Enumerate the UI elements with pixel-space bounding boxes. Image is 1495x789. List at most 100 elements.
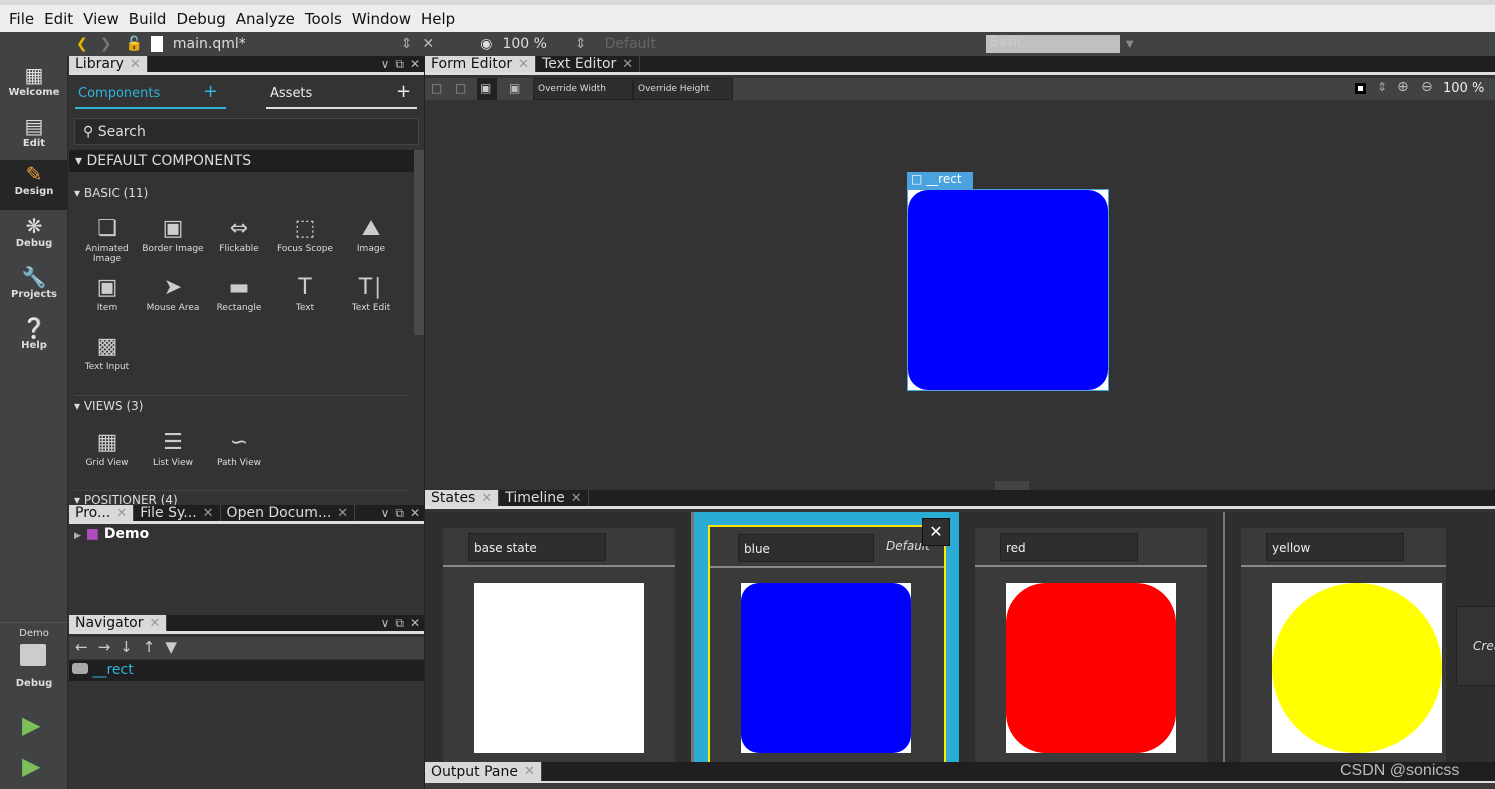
close-icon[interactable]: ✕ xyxy=(203,506,214,521)
horizontal-scrollbar[interactable] xyxy=(995,481,1029,490)
create-state-button[interactable]: Create xyxy=(1456,606,1495,686)
zoom-out-icon[interactable]: ⊖ xyxy=(1421,79,1433,95)
section-basic[interactable]: ▾ BASIC (11) xyxy=(74,186,148,200)
expand-icon[interactable]: ▶ xyxy=(74,531,81,541)
form-canvas[interactable]: □ __rect xyxy=(425,100,1495,490)
close-icon[interactable]: ✕ xyxy=(116,506,127,521)
chevron-down-icon[interactable]: ∨ xyxy=(381,616,390,630)
mode-debug[interactable]: ❋ Debug xyxy=(0,212,68,262)
style-selector[interactable]: Basic xyxy=(985,35,1120,53)
mode-help[interactable]: ❔ Help xyxy=(0,314,68,364)
arrow-down-icon[interactable]: ↓ xyxy=(120,638,133,658)
section-positioner[interactable]: ▾ POSITIONER (4) xyxy=(74,493,178,505)
run-icon[interactable]: ▶ xyxy=(22,711,40,739)
library-item-list-view[interactable]: ☰ List View xyxy=(140,428,206,468)
snap-icon[interactable]: □ xyxy=(431,81,442,95)
selection-label[interactable]: □ __rect xyxy=(907,172,973,189)
library-item-rectangle[interactable]: ▬ Rectangle xyxy=(206,273,272,313)
menu-view[interactable]: View xyxy=(78,10,124,28)
show-boundary-icon[interactable]: ▣ xyxy=(477,78,497,100)
float-icon[interactable]: ⧉ xyxy=(395,57,404,72)
selection-frame[interactable] xyxy=(907,189,1109,391)
tab-form-editor[interactable]: Form Editor ✕ xyxy=(425,56,537,72)
menu-edit[interactable]: Edit xyxy=(39,10,78,28)
library-item-image[interactable]: ⛰ Image xyxy=(338,214,404,254)
back-icon[interactable]: ❮ xyxy=(76,36,88,52)
menu-window[interactable]: Window xyxy=(347,10,416,28)
override-height-field[interactable]: Override Height xyxy=(633,78,733,100)
menu-file[interactable]: File xyxy=(4,10,39,28)
library-item-path-view[interactable]: ∽ Path View xyxy=(206,428,272,468)
mode-edit[interactable]: ▤ Edit xyxy=(0,112,68,162)
tab-open-documents[interactable]: Open Docum... ✕ xyxy=(221,505,356,521)
library-item-animated-image[interactable]: ❏ Animated Image xyxy=(74,214,140,264)
arrow-up-icon[interactable]: ↑ xyxy=(143,638,156,658)
file-selector-arrows[interactable]: ⇕ xyxy=(401,36,413,52)
library-item-focus-scope[interactable]: ⬚ Focus Scope xyxy=(272,214,338,254)
zoom-arrows[interactable]: ⇕ xyxy=(575,36,587,52)
library-item-text-edit[interactable]: T∣ Text Edit xyxy=(338,273,404,313)
tab-projects[interactable]: Pro... ✕ xyxy=(69,505,135,521)
tab-timeline[interactable]: Timeline ✕ xyxy=(499,490,589,506)
add-component-icon[interactable]: + xyxy=(203,81,218,102)
close-icon[interactable]: ✕ xyxy=(518,57,529,72)
menu-build[interactable]: Build xyxy=(124,10,172,28)
project-tree-item[interactable]: ▶ ■ Demo xyxy=(74,526,149,542)
close-icon[interactable]: ✕ xyxy=(622,57,633,72)
tab-file-system[interactable]: File Sy... ✕ xyxy=(134,505,221,521)
zoom-in-icon[interactable]: ⊕ xyxy=(1397,79,1409,95)
close-icon[interactable]: ✕ xyxy=(481,491,492,506)
library-item-border-image[interactable]: ▣ Border Image xyxy=(140,214,206,254)
reset-view-icon[interactable]: ▣ xyxy=(509,81,520,95)
close-document-icon[interactable]: ✕ xyxy=(422,36,434,52)
close-icon[interactable]: ✕ xyxy=(410,57,420,71)
state-name-field[interactable]: red xyxy=(1000,533,1138,561)
search-input[interactable]: ⚲ Search xyxy=(74,118,419,145)
close-icon[interactable]: ✕ xyxy=(410,506,420,520)
debug-run-icon[interactable]: ▶ xyxy=(22,752,40,780)
close-icon[interactable]: ✕ xyxy=(524,764,535,779)
state-name-field[interactable]: yellow xyxy=(1266,533,1404,561)
state-red[interactable]: red xyxy=(975,528,1207,762)
library-item-text-input[interactable]: ▩ Text Input xyxy=(74,332,140,372)
menu-tools[interactable]: Tools xyxy=(300,10,347,28)
mode-projects[interactable]: 🔧 Projects xyxy=(0,263,68,313)
menu-debug[interactable]: Debug xyxy=(171,10,230,28)
state-base[interactable]: base state xyxy=(443,528,675,762)
arrow-right-icon[interactable]: → xyxy=(98,638,111,658)
kit-selector-monitor-icon[interactable] xyxy=(20,644,46,666)
open-file-name[interactable]: main.qml* xyxy=(173,36,246,52)
style-dropdown-icon[interactable]: ▼ xyxy=(1126,39,1134,50)
library-scrollbar[interactable] xyxy=(414,150,424,335)
mode-welcome[interactable]: ▦ Welcome xyxy=(0,61,68,111)
library-item-item[interactable]: ▣ Item xyxy=(74,273,140,313)
tab-text-editor[interactable]: Text Editor ✕ xyxy=(536,56,641,72)
tab-components[interactable]: Components xyxy=(78,86,160,101)
state-blue-selected[interactable]: blue Default ✕ xyxy=(691,512,959,762)
arrow-left-icon[interactable]: ← xyxy=(75,638,88,658)
menu-help[interactable]: Help xyxy=(416,10,460,28)
state-yellow[interactable]: yellow xyxy=(1241,528,1446,762)
close-icon[interactable]: ✕ xyxy=(130,57,141,72)
chevron-down-icon[interactable]: ∨ xyxy=(381,506,390,520)
chevron-down-icon[interactable]: ∨ xyxy=(381,57,390,71)
rect-item[interactable] xyxy=(908,190,1108,390)
float-icon[interactable]: ⧉ xyxy=(395,616,404,631)
zoom-level[interactable]: 100 % xyxy=(502,36,546,52)
float-icon[interactable]: ⧉ xyxy=(395,506,404,521)
filter-icon[interactable]: ▼ xyxy=(165,638,177,658)
background-arrows[interactable]: ⇕ xyxy=(1377,80,1387,94)
tab-navigator[interactable]: Navigator ✕ xyxy=(69,615,168,631)
forward-icon[interactable]: ❯ xyxy=(100,36,112,52)
tab-assets[interactable]: Assets xyxy=(270,86,312,101)
library-item-flickable[interactable]: ⇔ Flickable xyxy=(206,214,272,254)
navigator-item[interactable]: __rect xyxy=(69,660,424,681)
mode-design[interactable]: ✎ Design xyxy=(0,160,68,210)
library-item-grid-view[interactable]: ▦ Grid View xyxy=(74,428,140,468)
override-width-field[interactable]: Override Width xyxy=(533,78,633,100)
close-icon[interactable]: ✕ xyxy=(337,506,348,521)
state-name-field[interactable]: base state xyxy=(468,533,606,561)
tab-states[interactable]: States ✕ xyxy=(425,490,500,506)
snap-anchors-icon[interactable]: □ xyxy=(455,81,466,95)
tab-library[interactable]: Library ✕ xyxy=(69,56,148,72)
